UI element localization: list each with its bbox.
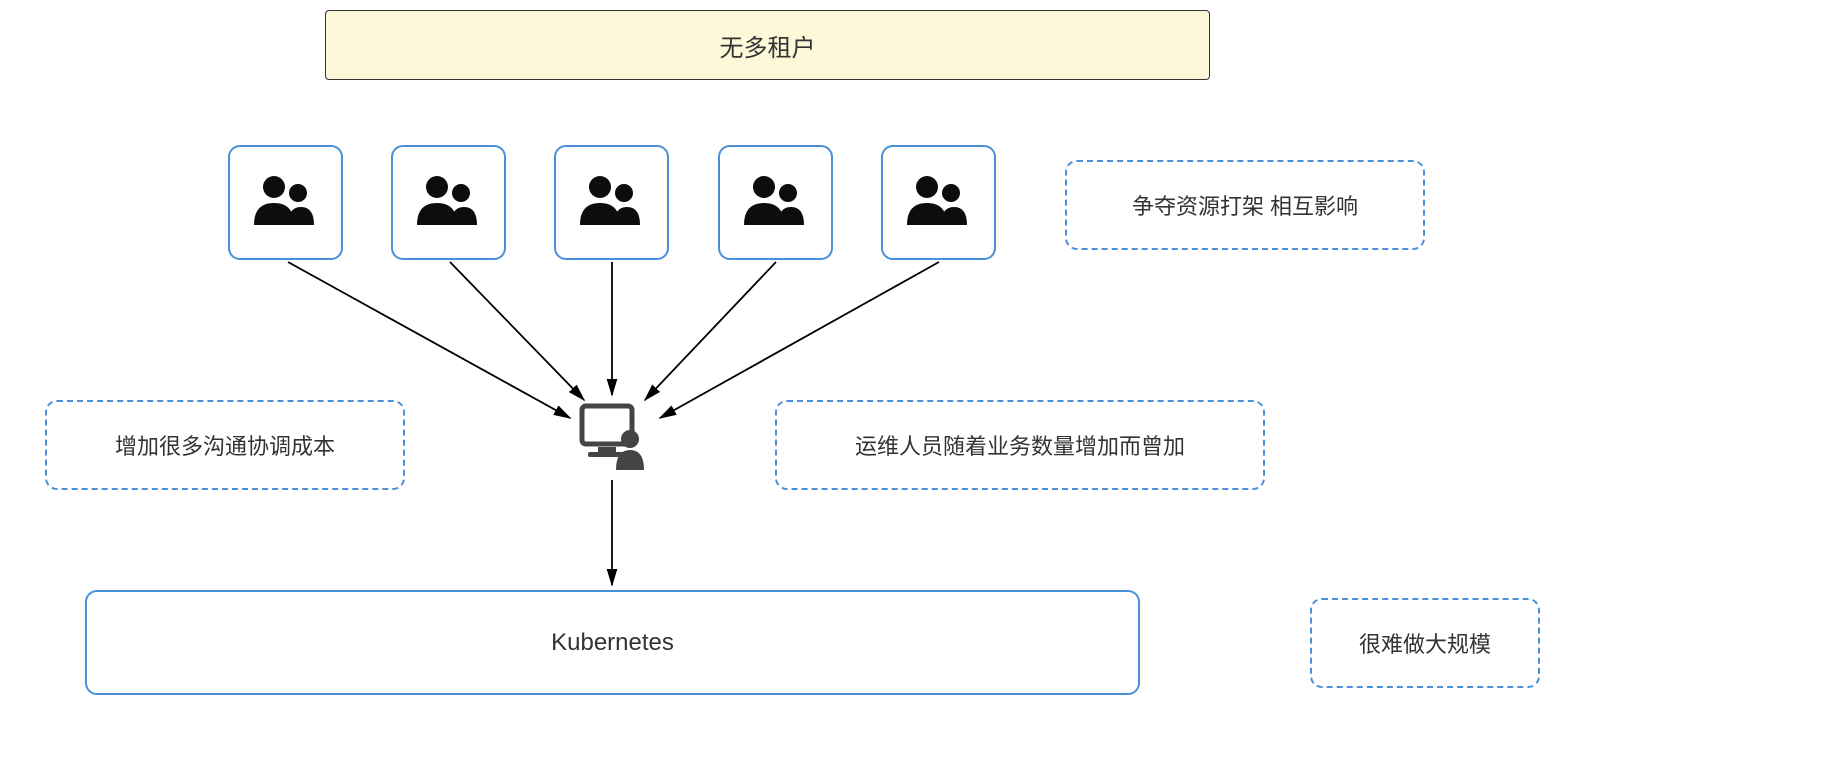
arrow-admin-to-kubernetes — [0, 0, 1822, 762]
